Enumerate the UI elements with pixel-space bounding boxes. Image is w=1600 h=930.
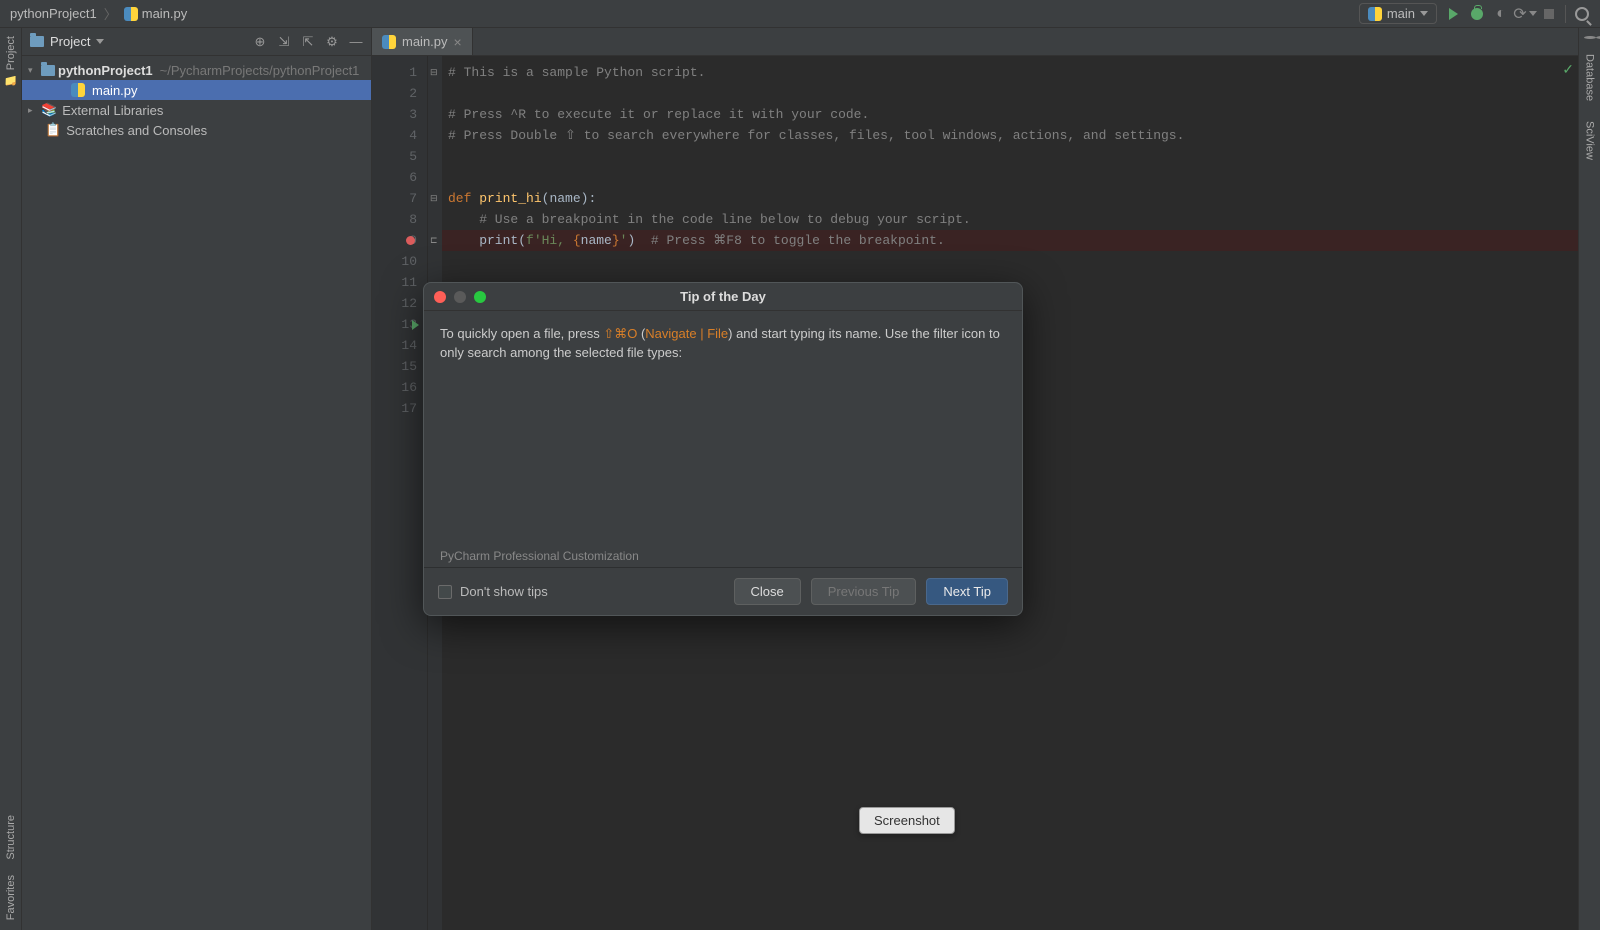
screenshot-tooltip: Screenshot bbox=[859, 807, 955, 834]
favorites-tool-button[interactable]: Favorites bbox=[5, 875, 17, 920]
navigate-file-link[interactable]: Navigate | File bbox=[645, 326, 728, 341]
python-icon bbox=[1368, 7, 1382, 21]
breadcrumb[interactable]: pythonProject1 〉 main.py bbox=[10, 4, 187, 23]
breakpoint-icon[interactable] bbox=[406, 236, 415, 245]
previous-tip-button[interactable]: Previous Tip bbox=[811, 578, 917, 605]
fold-marker-icon[interactable]: ⊟ bbox=[430, 67, 438, 78]
tip-of-the-day-dialog: Tip of the Day To quickly open a file, p… bbox=[423, 282, 1023, 616]
toolbar-right: main ◐ ⟳ bbox=[1359, 3, 1590, 24]
library-icon: 📚 bbox=[41, 102, 57, 118]
close-button[interactable]: Close bbox=[734, 578, 801, 605]
run-button[interactable] bbox=[1445, 6, 1461, 22]
tree-external-label: External Libraries bbox=[62, 103, 163, 118]
dialog-body: To quickly open a file, press ⇧⌘O (Navig… bbox=[424, 311, 1022, 541]
line-gutter[interactable]: 1 2 3 4 5 6 7 8 9 10 11 12 13 14 15 16 1… bbox=[372, 56, 428, 930]
more-run-options[interactable]: ⟳ bbox=[1517, 6, 1533, 22]
run-config-name: main bbox=[1387, 6, 1415, 21]
play-icon bbox=[1449, 8, 1458, 20]
run-config-selector[interactable]: main bbox=[1359, 3, 1437, 24]
editor-tabs: main.py × bbox=[372, 28, 1578, 56]
checkbox-icon bbox=[438, 585, 452, 599]
fold-marker-icon[interactable]: ⊟ bbox=[430, 193, 438, 204]
search-everywhere-button[interactable] bbox=[1574, 6, 1590, 22]
tree-project-name: pythonProject1 bbox=[58, 63, 153, 78]
breadcrumb-separator: 〉 bbox=[104, 4, 117, 23]
separator bbox=[1565, 5, 1566, 23]
dialog-titlebar[interactable]: Tip of the Day bbox=[424, 283, 1022, 311]
run-with-coverage-button[interactable]: ◐ bbox=[1493, 6, 1509, 22]
tree-scratches-label: Scratches and Consoles bbox=[66, 123, 207, 138]
tab-label: main.py bbox=[402, 34, 448, 49]
run-gutter-icon[interactable] bbox=[412, 320, 419, 330]
select-opened-file-button[interactable]: ⊕ bbox=[253, 35, 267, 49]
project-panel: Project ⊕ ⇲ ⇱ ⚙ — ▾ pythonProject1 ~/Pyc… bbox=[22, 28, 372, 930]
expand-arrow-icon[interactable]: ▾ bbox=[28, 65, 38, 76]
close-tab-button[interactable]: × bbox=[454, 34, 462, 50]
bug-icon bbox=[1471, 8, 1483, 20]
breadcrumb-project[interactable]: pythonProject1 bbox=[10, 6, 97, 21]
right-tool-stripe: Database SciView bbox=[1578, 28, 1600, 930]
breadcrumb-file[interactable]: main.py bbox=[142, 6, 188, 21]
fold-end-icon[interactable]: ⊏ bbox=[430, 235, 438, 246]
tree-project-root[interactable]: ▾ pythonProject1 ~/PycharmProjects/pytho… bbox=[22, 60, 371, 80]
project-tree[interactable]: ▾ pythonProject1 ~/PycharmProjects/pytho… bbox=[22, 56, 371, 144]
chevron-down-icon bbox=[1420, 11, 1428, 16]
stop-button[interactable] bbox=[1541, 6, 1557, 22]
dont-show-tips-checkbox[interactable]: Don't show tips bbox=[438, 584, 548, 599]
dialog-footer: Don't show tips Close Previous Tip Next … bbox=[424, 567, 1022, 615]
hide-panel-button[interactable]: — bbox=[349, 35, 363, 49]
collapse-all-button[interactable]: ⇱ bbox=[301, 35, 315, 49]
tree-scratches[interactable]: 📋 Scratches and Consoles bbox=[22, 120, 371, 140]
project-tool-button[interactable]: 📁 Project bbox=[4, 36, 18, 87]
shortcut-text: ⇧⌘O bbox=[603, 326, 637, 341]
tab-mainpy[interactable]: main.py × bbox=[372, 28, 473, 55]
tree-project-path: ~/PycharmProjects/pythonProject1 bbox=[160, 63, 360, 78]
search-icon bbox=[1575, 7, 1589, 21]
python-file-icon bbox=[124, 7, 138, 21]
python-file-icon bbox=[71, 83, 85, 97]
database-icon bbox=[1584, 36, 1596, 50]
python-file-icon bbox=[382, 35, 396, 49]
minimize-window-icon bbox=[454, 291, 466, 303]
navigation-bar: pythonProject1 〉 main.py main ◐ ⟳ bbox=[0, 0, 1600, 28]
next-tip-button[interactable]: Next Tip bbox=[926, 578, 1008, 605]
project-view-dropdown[interactable] bbox=[96, 39, 104, 44]
debug-button[interactable] bbox=[1469, 6, 1485, 22]
tree-file-label: main.py bbox=[92, 83, 138, 98]
expand-all-button[interactable]: ⇲ bbox=[277, 35, 291, 49]
sciview-tool-button[interactable]: SciView bbox=[1584, 121, 1596, 160]
folder-icon bbox=[41, 65, 55, 76]
dialog-title: Tip of the Day bbox=[680, 289, 766, 304]
close-window-icon[interactable] bbox=[434, 291, 446, 303]
expand-arrow-icon[interactable]: ▸ bbox=[28, 105, 38, 116]
project-panel-header: Project ⊕ ⇲ ⇱ ⚙ — bbox=[22, 28, 371, 56]
project-panel-title: Project bbox=[50, 34, 90, 49]
database-tool-button[interactable]: Database bbox=[1584, 36, 1596, 101]
dialog-subtitle: PyCharm Professional Customization bbox=[424, 541, 1022, 567]
inspection-ok-icon[interactable]: ✓ bbox=[1562, 63, 1574, 79]
window-controls bbox=[434, 291, 486, 303]
tree-external-libraries[interactable]: ▸ 📚 External Libraries bbox=[22, 100, 371, 120]
scratches-icon: 📋 bbox=[45, 122, 61, 138]
structure-tool-button[interactable]: Structure bbox=[5, 815, 17, 860]
maximize-window-icon[interactable] bbox=[474, 291, 486, 303]
left-tool-stripe: 📁 Project Structure Favorites bbox=[0, 28, 22, 930]
folder-icon bbox=[30, 36, 44, 47]
stop-icon bbox=[1544, 9, 1554, 19]
tree-file-mainpy[interactable]: main.py bbox=[22, 80, 371, 100]
panel-settings-button[interactable]: ⚙ bbox=[325, 35, 339, 49]
